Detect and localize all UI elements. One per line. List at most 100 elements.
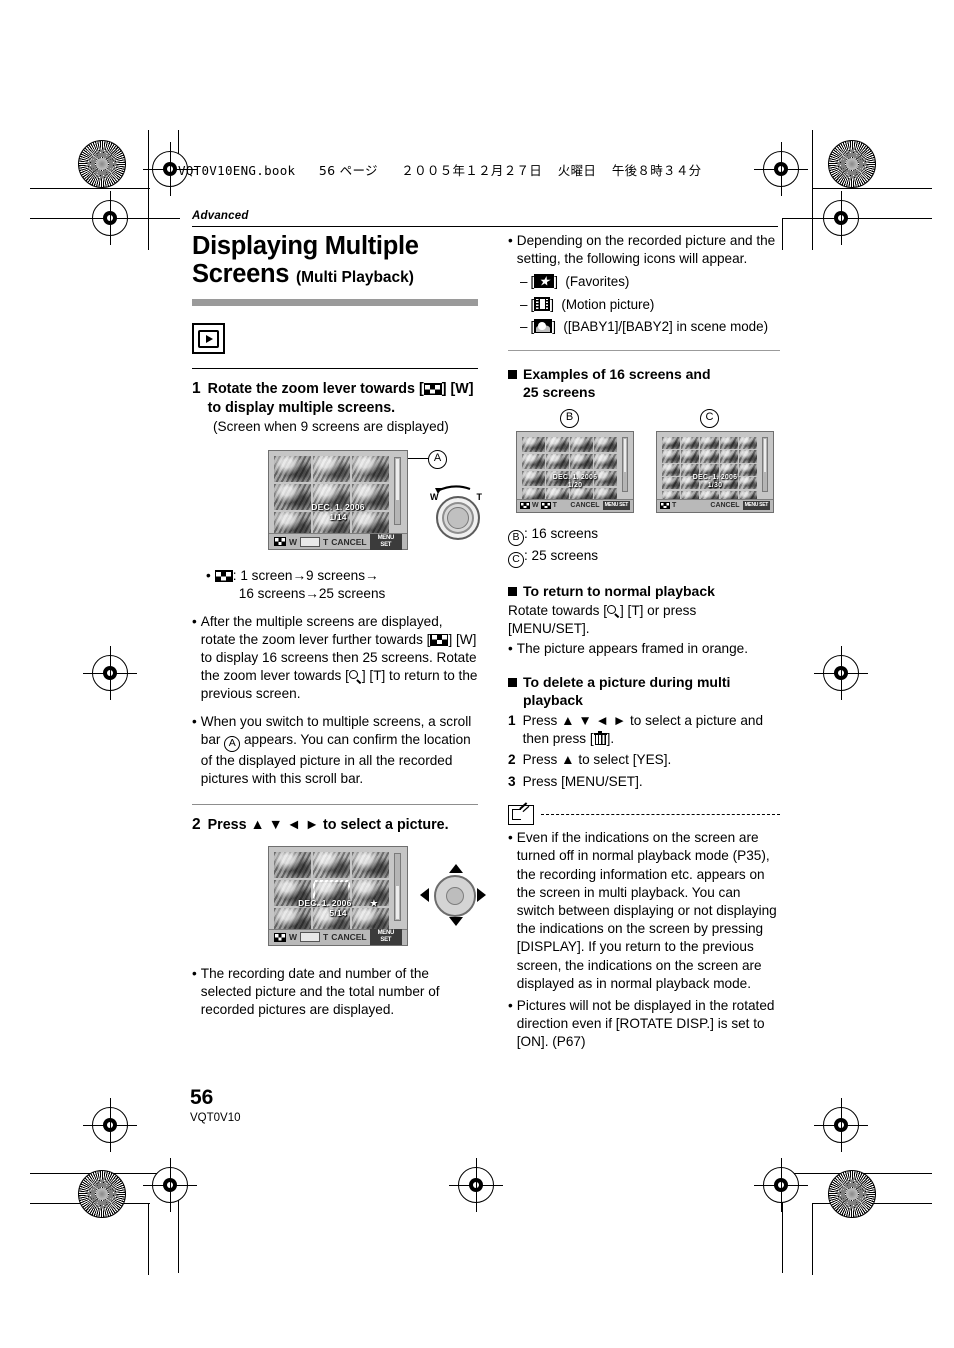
delete-step-1-part2: ]. — [606, 730, 615, 746]
thumbnail-cell — [662, 450, 681, 463]
bullet-dot: • — [192, 965, 197, 981]
arrow-left-icon — [420, 887, 429, 902]
thumbnail-cell — [738, 436, 757, 450]
thumbnail-cell — [546, 436, 569, 453]
examples-heading-line2: 25 screens — [523, 383, 596, 400]
screen-b-bar-cancel: CANCEL — [570, 502, 600, 510]
baby-scene-icon — [534, 319, 553, 334]
screen-b-counter: 1/20 — [567, 481, 583, 489]
screen-1-cancel-hint: CANCEL MENU SET — [331, 533, 402, 550]
bullet-zoom-sequence-line1: : 1 screen→9 screens→ — [232, 568, 379, 584]
bullet-zoom-sequence: • : 1 screen→9 screens→ 16 screens→25 sc… — [206, 567, 478, 603]
header-rule — [192, 226, 778, 228]
section-label: Advanced — [192, 210, 249, 222]
arrow-up-icon — [449, 863, 463, 873]
note-bullet-2: • Pictures will not be displayed in the … — [508, 997, 780, 1052]
icon-item-favorites-text: [★] (Favorites) — [530, 273, 630, 290]
bullet-dot: • — [192, 613, 197, 629]
delete-heading-line1: To delete a picture during multi — [523, 673, 731, 690]
bullet-zoom-further-part1: After the multiple screens are displayed… — [200, 613, 443, 647]
heading-square-marker — [508, 369, 517, 379]
return-playback-part1: Rotate towards [ — [508, 602, 607, 618]
thumbnail-cell — [570, 436, 593, 453]
multi-screen-icon — [540, 502, 551, 510]
delete-step-3: 3 Press [MENU/SET]. — [508, 773, 780, 791]
trash-delete-icon — [593, 730, 607, 746]
callout-c: C — [700, 408, 719, 428]
play-button-icon — [198, 329, 219, 348]
thumbnail-cell — [352, 456, 389, 483]
multi-screen-icon — [660, 502, 670, 510]
bullet-icons-intro-text: Depending on the recorded picture and th… — [516, 233, 776, 267]
delete-step-2-text: Press ▲ to select [YES]. — [522, 752, 672, 768]
thumbnail-grid-25 — [657, 432, 773, 506]
note-header — [508, 805, 780, 826]
thumbnail-cell — [522, 436, 545, 453]
page-title-line1: Displaying Multiple — [192, 232, 419, 260]
page-title: Displaying Multiple Screens (Multi Playb… — [192, 232, 478, 292]
thumbnail-cell — [700, 450, 719, 463]
screen-2-counter: 5/14 — [329, 907, 347, 918]
lcd-screen-9: DEC. 1. 2006 1/14 W T CANCEL MENU SET — [268, 450, 408, 551]
menu-set-button-icon: MENU SET — [602, 501, 630, 511]
zoom-label-w: W — [430, 492, 439, 503]
screen-b-bar-w: W — [532, 502, 539, 510]
screen-2-bar-t: T — [322, 932, 329, 943]
return-playback-heading-text: To return to normal playback — [523, 582, 715, 599]
thumbnail-grid-9 — [269, 451, 407, 541]
print-header-time: 午後８時３４分 — [611, 163, 702, 178]
thumbnail-grid-16 — [517, 432, 633, 506]
screen-1-status-bar: W T CANCEL MENU SET — [269, 533, 407, 550]
thumbnail-cell — [719, 450, 738, 463]
icon-item-baby-label: ([BABY1]/[BABY2] in scene mode) — [563, 319, 769, 335]
screen-1-bar-w: W — [289, 536, 298, 547]
screen-b-cancel-hint: CANCEL MENU SET — [570, 501, 630, 511]
rotate-arrow-icon — [435, 485, 471, 495]
screen-b-bar-t: T — [552, 502, 557, 510]
screen-c-bar-t: T — [672, 502, 677, 510]
menu-set-button-icon: MENU SET — [369, 533, 402, 550]
page-number: 56 — [190, 1086, 214, 1109]
thumbnail-cell — [522, 453, 545, 470]
favorites-star-marker: ★ — [370, 897, 378, 908]
print-header-weekday: 火曜日 — [557, 163, 597, 178]
return-playback-heading: To return to normal playback — [508, 582, 780, 600]
note-memo-icon — [508, 805, 534, 826]
delete-heading-line2: playback — [523, 691, 583, 708]
icon-item-favorites-label: (Favorites) — [565, 274, 630, 290]
multi-screen-icon — [430, 633, 449, 646]
step-1: 1 Rotate the zoom lever towards [] [W] t… — [192, 380, 478, 417]
zoom-magnifier-icon — [348, 670, 362, 683]
examples-heading-line1: Examples of 16 screens and — [523, 365, 711, 382]
screen-1-bar-t: T — [322, 536, 329, 547]
thumbnail-cell — [700, 436, 719, 450]
zoom-lever-illustration: W T — [424, 474, 486, 541]
screen-1-date: DEC. 1. 2006 — [311, 502, 365, 513]
delete-step-3-number: 3 — [508, 773, 516, 789]
examples-heading-text: Examples of 16 screens and 25 screens — [523, 365, 711, 401]
bullet-recording-date-text: The recording date and number of the sel… — [200, 965, 440, 1018]
bullet-recording-date: • The recording date and number of the s… — [192, 965, 478, 1020]
bullet-zoom-further: • After the multiple screens are display… — [192, 613, 478, 704]
zoom-knob — [447, 507, 469, 530]
callout-a-leader — [408, 458, 430, 460]
screen-1-counter: 1/14 — [329, 512, 347, 523]
thumbnail-cell — [662, 436, 681, 450]
multi-screen-icon — [274, 537, 286, 547]
thumbnail-cell — [681, 436, 700, 450]
bullet-dot: • — [508, 997, 513, 1013]
illustration-screen-2: DEC. 1. 2006 ★ 5/14 W T CANCEL MENU SET — [192, 845, 486, 956]
thumbnail-grid-9-selected — [269, 847, 407, 937]
lcd-screen-25: DEC. 1. 2006 1/30 T CANCEL MENU SET — [656, 430, 774, 513]
zoom-magnifier-icon — [606, 604, 620, 618]
thumbnail-cell — [274, 851, 311, 878]
callout-ref-a: A — [224, 735, 241, 752]
left-column: Displaying Multiple Screens (Multi Playb… — [192, 232, 486, 1020]
step-2-number: 2 — [192, 816, 201, 834]
heading-square-marker — [508, 586, 517, 596]
screen-2-status-bar: W T CANCEL MENU SET — [269, 928, 407, 946]
bullet-icons-intro: • Depending on the recorded picture and … — [508, 232, 780, 268]
multi-screen-icon — [274, 932, 286, 942]
legend-c-text: : 25 screens — [524, 547, 599, 563]
print-header-line: VQT0V10ENG.book 56 ページ ２００５年１２月２７日 火曜日 午… — [178, 160, 778, 179]
